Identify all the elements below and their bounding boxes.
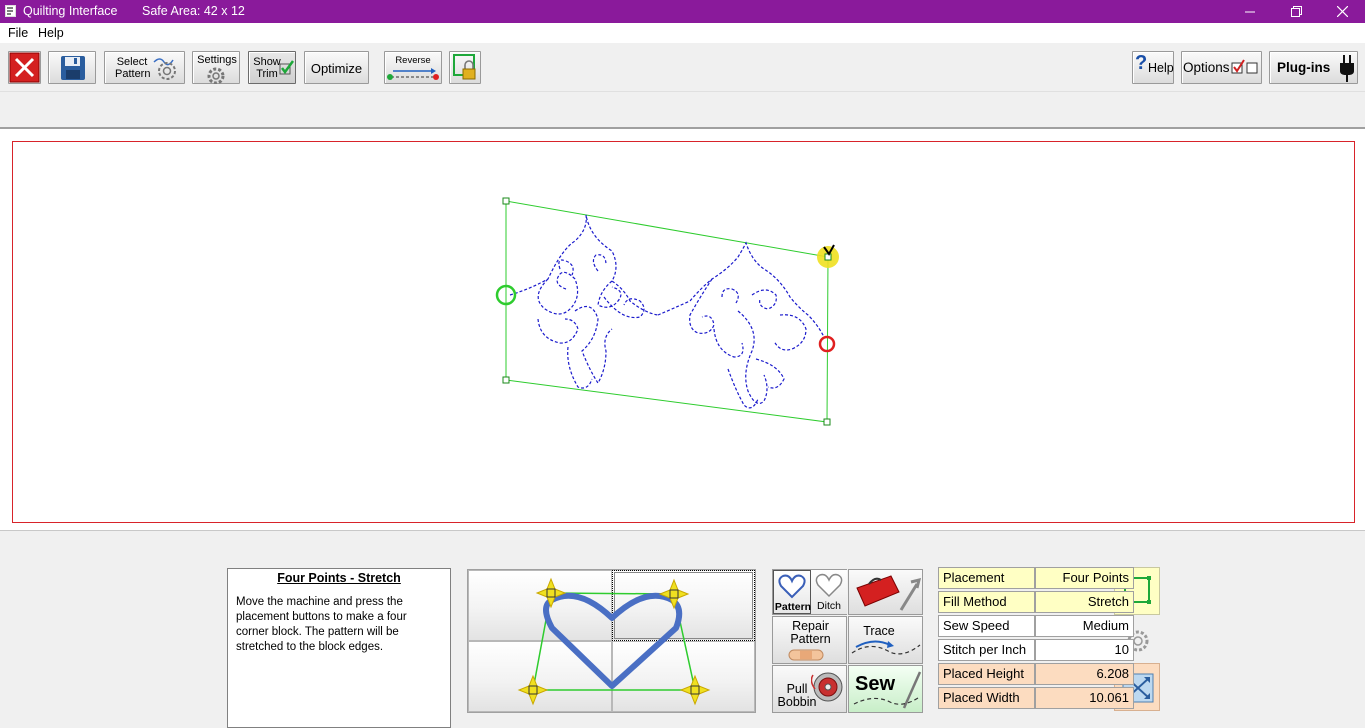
needle-icon [853, 671, 922, 709]
bandage-icon [788, 649, 824, 661]
window-title: Quilting Interface [23, 4, 118, 18]
trace-path-icon [851, 640, 921, 655]
corner-handle[interactable] [502, 197, 510, 205]
restore-button[interactable] [1273, 0, 1319, 23]
corner-handle[interactable] [823, 418, 831, 426]
trace-button[interactable]: Trace [848, 616, 923, 664]
sew-button[interactable]: Sew [848, 665, 923, 713]
minimize-icon [1245, 11, 1255, 12]
minimize-button[interactable] [1227, 0, 1273, 23]
red-x-icon [9, 52, 40, 83]
menu-bar: File Help [0, 23, 1365, 43]
ditch-mode-button[interactable]: Ditch [811, 570, 847, 614]
help-text: Move the machine and press the placement… [236, 596, 407, 653]
help-button[interactable]: ? Help [1132, 51, 1174, 84]
heart-icon [778, 574, 806, 599]
prop-row-sew-speed[interactable]: Sew Speed Medium [938, 615, 1134, 637]
pattern-mode-button[interactable]: Pattern [773, 570, 811, 614]
title-bar: Quilting Interface Safe Area: 42 x 12 [0, 0, 1365, 23]
reverse-button[interactable]: Reverse [384, 51, 442, 84]
placement-grid [467, 569, 756, 713]
prop-row-placed-width: Placed Width 10.061 [938, 687, 1134, 709]
pattern-ditch-group: Pattern Ditch [772, 569, 847, 615]
safe-area-label: Safe Area: 42 x 12 [142, 4, 245, 18]
optimize-button[interactable]: Optimize [304, 51, 369, 84]
pull-bobbin-button[interactable]: Pull Bobbin [772, 665, 847, 713]
plug-icon [1340, 55, 1354, 82]
menu-help[interactable]: Help [38, 26, 64, 40]
settings-button[interactable]: Settings [192, 51, 240, 84]
padlock-icon [453, 54, 476, 80]
menu-file[interactable]: File [8, 26, 28, 40]
pattern-layer [495, 197, 839, 426]
heart-outline-icon [815, 573, 843, 598]
properties-panel: Placement Four Points Fill Method Stretc… [938, 567, 1164, 714]
options-button[interactable]: Options [1181, 51, 1262, 84]
help-title: Four Points - Stretch [277, 571, 401, 585]
show-trim-toggle[interactable]: Show Trim [248, 51, 296, 84]
quilt-canvas[interactable] [0, 127, 1365, 531]
corner-handle[interactable] [502, 376, 510, 384]
heart-block-icon [517, 577, 711, 706]
stitch-pattern [509, 214, 825, 409]
prop-row-placed-height: Placed Height 6.208 [938, 663, 1134, 685]
toolbox-button[interactable] [848, 569, 923, 615]
close-pattern-button[interactable] [8, 51, 41, 84]
prop-row-stitch-per-inch[interactable]: Stitch per Inch 10 [938, 639, 1134, 661]
plugins-button[interactable]: Plug-ins [1269, 51, 1358, 84]
toolbox-icon [856, 575, 921, 611]
restore-icon [1290, 6, 1302, 17]
repair-pattern-button[interactable]: Repair Pattern [772, 616, 847, 664]
pattern-gear-icon [153, 58, 176, 80]
reverse-arrow-icon [387, 68, 439, 80]
lock-button[interactable] [449, 51, 481, 84]
prop-row-fill-method[interactable]: Fill Method Stretch [938, 591, 1134, 613]
close-icon [1336, 6, 1348, 17]
floppy-disk-icon [61, 56, 85, 80]
question-icon: ? [1135, 52, 1148, 74]
checkbox-icons [1231, 59, 1258, 74]
block-outline [505, 200, 829, 423]
green-check-icon [279, 60, 295, 75]
close-window-button[interactable] [1319, 0, 1365, 23]
gear-icon [207, 67, 225, 84]
corner-handle-highlighted [824, 253, 832, 261]
toolbar: Select Pattern Settings Show Trim Optimi… [0, 43, 1365, 92]
prop-row-placement[interactable]: Placement Four Points [938, 567, 1134, 589]
select-pattern-button[interactable]: Select Pattern [104, 51, 185, 84]
help-panel: Four Points - Stretch Move the machine a… [227, 568, 451, 728]
bobbin-icon [811, 672, 843, 702]
save-button[interactable] [48, 51, 96, 84]
app-icon [5, 5, 16, 17]
